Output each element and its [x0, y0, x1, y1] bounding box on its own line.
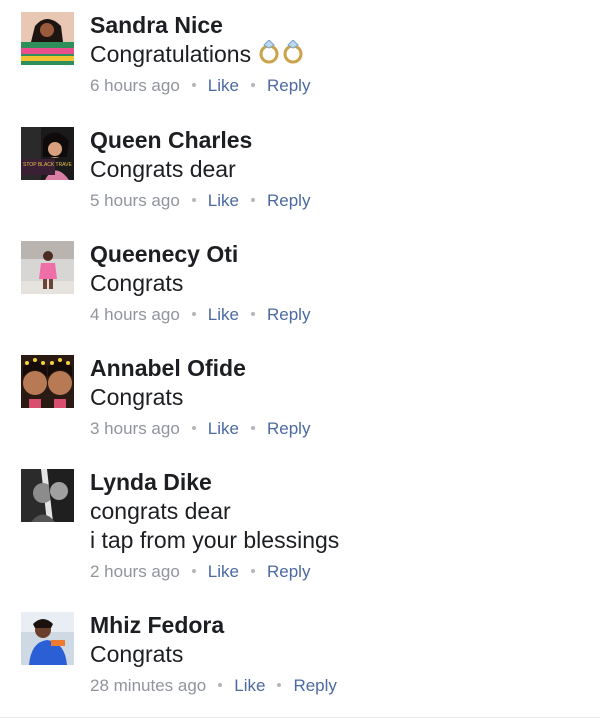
commenter-name[interactable]: Mhiz Fedora [90, 611, 590, 639]
avatar[interactable] [21, 241, 74, 294]
comment-meta: 3 hours ago Like Reply [90, 418, 590, 440]
comment-timestamp[interactable]: 4 hours ago [90, 305, 180, 324]
avatar-photo [21, 469, 74, 522]
comment-meta: 2 hours ago Like Reply [90, 561, 590, 583]
comment-meta: 6 hours ago Like Reply [90, 75, 590, 97]
ring-icon [257, 39, 307, 64]
separator-dot [191, 312, 196, 317]
separator-dot [191, 198, 196, 203]
avatar-caption: STOP BLACK TRAVE [23, 162, 72, 168]
comment-text: Congrats [90, 641, 184, 667]
avatar-photo: STOP BLACK TRAVE [21, 127, 74, 180]
comment-meta: 28 minutes ago Like Reply [90, 675, 590, 697]
separator-dot [250, 569, 255, 574]
reply-button[interactable]: Reply [267, 419, 310, 438]
reply-button[interactable]: Reply [267, 191, 310, 210]
avatar-photo [21, 12, 74, 65]
avatar[interactable] [21, 355, 74, 408]
separator-dot [191, 426, 196, 431]
comment-meta: 5 hours ago Like Reply [90, 190, 590, 212]
divider [0, 717, 600, 718]
like-button[interactable]: Like [208, 191, 239, 210]
reply-button[interactable]: Reply [293, 676, 336, 695]
separator-dot [191, 569, 196, 574]
commenter-name[interactable]: Queen Charles [90, 126, 590, 154]
avatar[interactable]: STOP BLACK TRAVE [21, 127, 74, 180]
separator-dot [250, 312, 255, 317]
comment-text-line: congrats dear [90, 498, 231, 524]
separator-dot [191, 83, 196, 88]
commenter-name[interactable]: Lynda Dike [90, 468, 590, 496]
separator-dot [250, 198, 255, 203]
comment-list: Sandra Nice Congratulations 6 hours ago L… [0, 0, 600, 724]
like-button[interactable]: Like [208, 305, 239, 324]
comment-text: Congratulations [90, 39, 590, 69]
comment-text: Congrats [90, 270, 184, 296]
comment-timestamp[interactable]: 6 hours ago [90, 76, 180, 95]
comment-text-line: i tap from your blessings [90, 527, 340, 553]
avatar-photo [21, 355, 74, 408]
like-button[interactable]: Like [208, 562, 239, 581]
comment-text: Congrats [90, 384, 184, 410]
commenter-name[interactable]: Annabel Ofide [90, 354, 590, 382]
reply-button[interactable]: Reply [267, 562, 310, 581]
separator-dot [218, 683, 223, 688]
like-button[interactable]: Like [208, 419, 239, 438]
comment-text: congrats dear i tap from your blessings [90, 497, 590, 555]
separator-dot [250, 83, 255, 88]
comment-timestamp[interactable]: 5 hours ago [90, 191, 180, 210]
commenter-name[interactable]: Sandra Nice [90, 11, 590, 39]
comment-timestamp[interactable]: 28 minutes ago [90, 676, 206, 695]
separator-dot [250, 426, 255, 431]
comment-timestamp[interactable]: 3 hours ago [90, 419, 180, 438]
comment-timestamp[interactable]: 2 hours ago [90, 562, 180, 581]
comment-text-content: Congratulations [90, 41, 252, 67]
commenter-name[interactable]: Queenecy Oti [90, 240, 590, 268]
avatar-photo [21, 612, 74, 665]
like-button[interactable]: Like [208, 76, 239, 95]
avatar[interactable] [21, 12, 74, 65]
avatar-photo [21, 241, 74, 294]
reply-button[interactable]: Reply [267, 305, 310, 324]
like-button[interactable]: Like [234, 676, 265, 695]
reply-button[interactable]: Reply [267, 76, 310, 95]
comment-text: Congrats dear [90, 156, 236, 182]
avatar[interactable] [21, 612, 74, 665]
comment-meta: 4 hours ago Like Reply [90, 304, 590, 326]
avatar[interactable] [21, 469, 74, 522]
separator-dot [277, 683, 282, 688]
